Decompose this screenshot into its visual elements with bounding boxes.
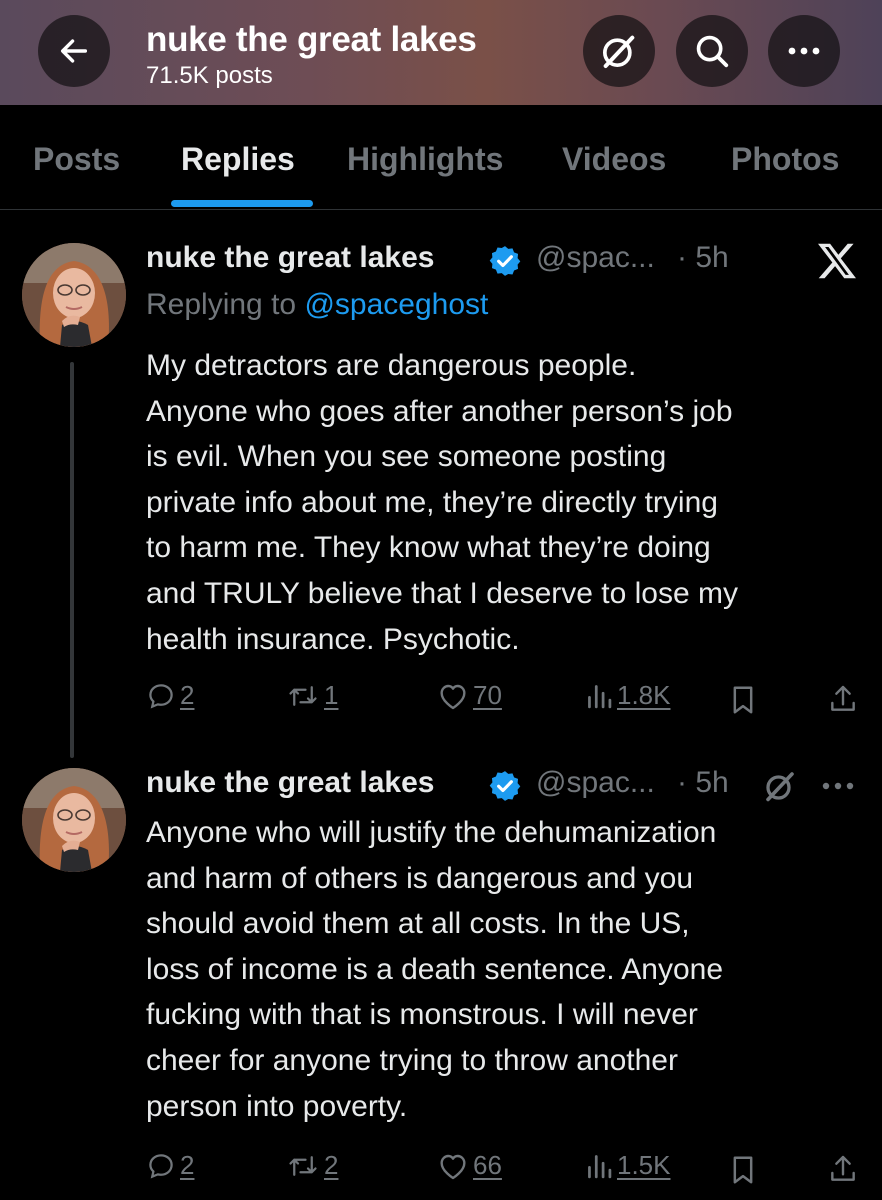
more-icon: [788, 47, 820, 55]
like-count: 66: [473, 1150, 502, 1180]
bookmark-icon[interactable]: [730, 1155, 756, 1185]
views-icon: [588, 1154, 612, 1178]
reply-icon: [149, 1153, 173, 1178]
reply-count: 2: [180, 1150, 195, 1180]
verified-badge-icon: [489, 771, 521, 801]
tweet-timestamp[interactable]: · 5h: [677, 766, 729, 800]
tab-highlights[interactable]: Highlights: [347, 141, 503, 178]
grok-icon: [603, 35, 635, 68]
tweet-author-handle[interactable]: @spac...: [536, 766, 655, 800]
reply-button[interactable]: 2: [146, 1150, 194, 1181]
tab-replies[interactable]: Replies: [181, 141, 295, 178]
tweet-author-name[interactable]: nuke the great lakes: [146, 241, 434, 275]
repost-count: 1: [324, 680, 339, 710]
more-options-icon[interactable]: [820, 780, 856, 792]
reply-count: 2: [180, 680, 195, 710]
tab-photos[interactable]: Photos: [731, 141, 839, 178]
heart-icon: [440, 1154, 466, 1179]
profile-header: nuke the great lakes 71.5K posts: [0, 0, 882, 105]
tweet-text: My detractors are dangerous people. Anyo…: [146, 349, 738, 656]
active-tab-indicator: [171, 200, 313, 207]
avatar[interactable]: [22, 768, 126, 872]
like-button[interactable]: 70: [437, 680, 502, 711]
share-icon[interactable]: [828, 1153, 858, 1185]
repost-icon: [289, 1155, 317, 1176]
views-count: 1.5K: [617, 1150, 671, 1180]
tab-posts[interactable]: Posts: [33, 141, 120, 178]
tweet-author-handle[interactable]: @spac...: [536, 241, 655, 275]
reply-icon: [149, 683, 173, 708]
like-button[interactable]: 66: [437, 1150, 502, 1181]
grok-button[interactable]: [583, 15, 655, 87]
tab-videos[interactable]: Videos: [562, 141, 666, 178]
repost-button[interactable]: 1: [286, 680, 338, 711]
profile-title: nuke the great lakes: [146, 20, 477, 59]
tweet-author-name[interactable]: nuke the great lakes: [146, 766, 434, 800]
tabs-divider: [0, 209, 882, 210]
tweet-timestamp[interactable]: · 5h: [677, 241, 729, 275]
repost-count: 2: [324, 1150, 339, 1180]
more-button[interactable]: [768, 15, 840, 87]
views-button[interactable]: 1.5K: [585, 1150, 671, 1181]
repost-icon: [289, 685, 317, 706]
thread-line: [70, 362, 74, 758]
replying-to: Replying to @spaceghost: [146, 288, 488, 322]
reply-button[interactable]: 2: [146, 680, 194, 711]
views-count: 1.8K: [617, 680, 671, 710]
avatar[interactable]: [22, 243, 126, 347]
bookmark-icon[interactable]: [730, 685, 756, 715]
post-count: 71.5K posts: [146, 62, 273, 89]
views-button[interactable]: 1.8K: [585, 680, 671, 711]
share-icon[interactable]: [828, 683, 858, 715]
x-logo-icon: [818, 243, 856, 279]
heart-icon: [440, 684, 466, 709]
search-button[interactable]: [676, 15, 748, 87]
tweet-text: Anyone who will justify the dehumanizati…: [146, 816, 724, 1123]
avatar-photo: [22, 768, 126, 872]
avatar-photo: [22, 243, 126, 347]
grok-icon[interactable]: [762, 768, 798, 804]
back-button[interactable]: [38, 15, 110, 87]
verified-badge-icon: [489, 246, 521, 276]
views-icon: [588, 684, 612, 708]
replying-to-link[interactable]: @spaceghost: [304, 288, 488, 321]
replying-to-prefix: Replying to: [146, 288, 297, 321]
repost-button[interactable]: 2: [286, 1150, 338, 1181]
like-count: 70: [473, 680, 502, 710]
back-arrow-icon: [60, 39, 88, 63]
search-icon: [696, 35, 729, 68]
profile-tabs: Posts Replies Highlights Videos Photos: [0, 105, 882, 210]
